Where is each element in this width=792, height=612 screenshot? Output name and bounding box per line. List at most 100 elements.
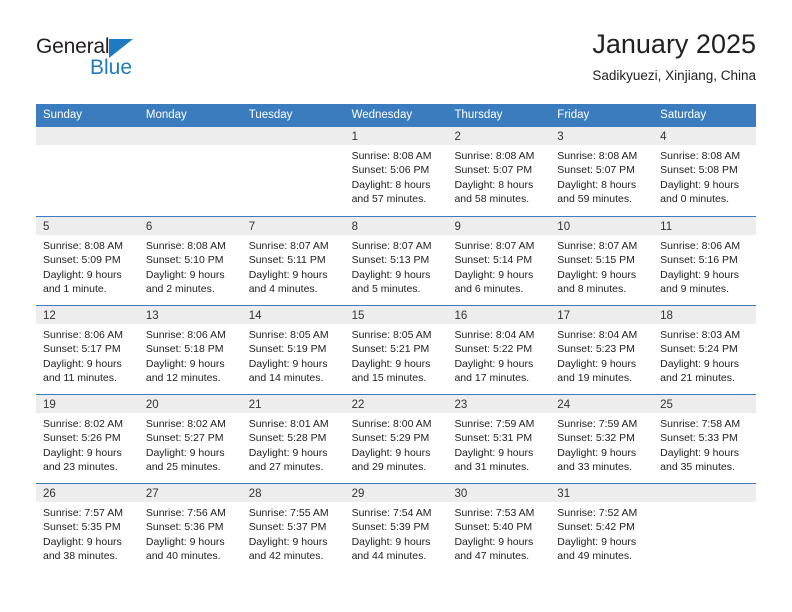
day-details: Sunrise: 8:06 AM Sunset: 5:17 PM Daylight:… — [36, 324, 139, 386]
day-cell[interactable]: 23 Sunrise: 7:59 AM Sunset: 5:31 PM Dayligh… — [447, 395, 551, 483]
day-cell[interactable]: 31 Sunrise: 7:52 AM Sunset: 5:42 PM Dayligh… — [550, 484, 654, 572]
day-cell[interactable]: 21 Sunrise: 8:01 AM Sunset: 5:28 PM Dayligh… — [241, 395, 345, 483]
day-number-band: 14 — [241, 306, 345, 324]
daylight-text: Daylight: 9 hours — [557, 446, 637, 459]
day-number: 2 — [454, 131, 461, 143]
day-cell[interactable]: 28 Sunrise: 7:55 AM Sunset: 5:37 PM Dayligh… — [241, 484, 345, 572]
day-number: 30 — [454, 488, 468, 500]
day-cell[interactable]: 29 Sunrise: 7:54 AM Sunset: 5:39 PM Dayligh… — [344, 484, 448, 572]
day-number-band: 20 — [138, 395, 242, 413]
day-cell[interactable]: 11 Sunrise: 8:06 AM Sunset: 5:16 PM Dayligh… — [653, 217, 757, 305]
daylight-text: Daylight: 9 hours — [43, 268, 122, 281]
daylight-text: and 25 minutes. — [145, 461, 221, 474]
day-details: Sunrise: 7:57 AM Sunset: 5:35 PM Daylight:… — [36, 502, 139, 564]
sunrise-text: Sunrise: 8:07 AM — [351, 240, 432, 252]
day-details: Sunrise: 7:58 AM Sunset: 5:33 PM Daylight:… — [653, 413, 756, 475]
day-number-band: 27 — [138, 484, 242, 502]
day-cell[interactable]: 5 Sunrise: 8:08 AM Sunset: 5:09 PM Daylight… — [36, 217, 139, 305]
day-cell[interactable]: 1 Sunrise: 8:08 AM Sunset: 5:06 PM Daylight… — [344, 127, 448, 216]
day-number-band: 31 — [550, 484, 654, 502]
sunrise-text: Sunrise: 8:00 AM — [351, 418, 432, 430]
day-number-band: 21 — [241, 395, 345, 413]
sunrise-text: Sunrise: 7:56 AM — [145, 507, 226, 519]
day-cell[interactable]: 2 Sunrise: 8:08 AM Sunset: 5:07 PM Daylight… — [447, 127, 551, 216]
page-header: General Blue January 2025 Sadikyuezi, Xi… — [36, 28, 756, 100]
day-cell[interactable]: 17 Sunrise: 8:04 AM Sunset: 5:23 PM Dayligh… — [550, 306, 654, 394]
day-cell[interactable]: 20 Sunrise: 8:02 AM Sunset: 5:27 PM Dayligh… — [138, 395, 242, 483]
weekday-header-friday: Friday — [557, 109, 590, 121]
sunrise-text: Sunrise: 7:59 AM — [454, 418, 535, 430]
sunrise-text: Sunrise: 7:55 AM — [248, 507, 329, 519]
daylight-text: Daylight: 9 hours — [557, 535, 637, 548]
day-number-band: 15 — [344, 306, 448, 324]
day-cell[interactable]: 26 Sunrise: 7:57 AM Sunset: 5:35 PM Dayligh… — [36, 484, 139, 572]
sunset-text: Sunset: 5:18 PM — [145, 343, 224, 356]
sunset-text: Sunset: 5:14 PM — [454, 254, 533, 267]
daylight-text: and 23 minutes. — [43, 461, 118, 474]
day-details: Sunrise: 8:02 AM Sunset: 5:27 PM Daylight:… — [139, 413, 242, 475]
day-details: Sunrise: 8:07 AM Sunset: 5:13 PM Daylight:… — [345, 235, 448, 297]
day-number: 9 — [454, 221, 461, 233]
day-cell[interactable]: 10 Sunrise: 8:07 AM Sunset: 5:15 PM Dayligh… — [550, 217, 654, 305]
daylight-text: and 6 minutes. — [454, 283, 524, 296]
sunset-text: Sunset: 5:07 PM — [454, 164, 533, 177]
day-number: 27 — [145, 488, 159, 500]
day-number-band: 18 — [653, 306, 757, 324]
sunset-text: Sunset: 5:28 PM — [248, 432, 327, 445]
day-cell[interactable]: 3 Sunrise: 8:08 AM Sunset: 5:07 PM Daylight… — [550, 127, 654, 216]
weekday-header-thursday: Thursday — [454, 109, 503, 121]
day-cell[interactable]: 7 Sunrise: 8:07 AM Sunset: 5:11 PM Daylight… — [241, 217, 345, 305]
daylight-text: and 58 minutes. — [454, 193, 530, 206]
day-details: Sunrise: 8:06 AM Sunset: 5:18 PM Daylight:… — [139, 324, 242, 386]
weekday-header-sunday: Sunday — [43, 109, 83, 121]
day-number-band: 13 — [138, 306, 242, 324]
sunset-text: Sunset: 5:24 PM — [660, 343, 738, 356]
daylight-text: and 14 minutes. — [248, 372, 324, 385]
sunset-text: Sunset: 5:27 PM — [145, 432, 224, 445]
sunrise-text: Sunrise: 8:06 AM — [660, 240, 741, 252]
daylight-text: Daylight: 9 hours — [248, 357, 328, 370]
sunrise-text: Sunrise: 8:01 AM — [248, 418, 329, 430]
day-number-band: 23 — [447, 395, 551, 413]
day-cell[interactable]: 9 Sunrise: 8:07 AM Sunset: 5:14 PM Daylight… — [447, 217, 551, 305]
day-cell-empty — [36, 127, 139, 216]
generalblue-logo: General Blue — [36, 36, 236, 88]
day-cell[interactable]: 22 Sunrise: 8:00 AM Sunset: 5:29 PM Dayligh… — [344, 395, 448, 483]
day-cell[interactable]: 12 Sunrise: 8:06 AM Sunset: 5:17 PM Dayligh… — [36, 306, 139, 394]
day-cell[interactable]: 27 Sunrise: 7:56 AM Sunset: 5:36 PM Dayligh… — [138, 484, 242, 572]
day-details: Sunrise: 8:08 AM Sunset: 5:09 PM Daylight:… — [36, 235, 139, 297]
day-cell[interactable]: 19 Sunrise: 8:02 AM Sunset: 5:26 PM Dayligh… — [36, 395, 139, 483]
day-cell[interactable]: 8 Sunrise: 8:07 AM Sunset: 5:13 PM Daylight… — [344, 217, 448, 305]
day-cell[interactable]: 30 Sunrise: 7:53 AM Sunset: 5:40 PM Dayligh… — [447, 484, 551, 572]
sunrise-text: Sunrise: 8:05 AM — [248, 329, 329, 341]
daylight-text: Daylight: 9 hours — [351, 357, 431, 370]
day-cell[interactable]: 13 Sunrise: 8:06 AM Sunset: 5:18 PM Dayligh… — [138, 306, 242, 394]
day-cell[interactable]: 15 Sunrise: 8:05 AM Sunset: 5:21 PM Dayligh… — [344, 306, 448, 394]
day-cell[interactable]: 18 Sunrise: 8:03 AM Sunset: 5:24 PM Dayligh… — [653, 306, 757, 394]
day-number-band — [36, 127, 139, 145]
daylight-text: and 42 minutes. — [248, 550, 324, 563]
day-cell[interactable]: 25 Sunrise: 7:58 AM Sunset: 5:33 PM Dayligh… — [653, 395, 757, 483]
day-cell[interactable]: 16 Sunrise: 8:04 AM Sunset: 5:22 PM Dayligh… — [447, 306, 551, 394]
sunset-text: Sunset: 5:13 PM — [351, 254, 430, 267]
daylight-text: and 11 minutes. — [43, 372, 117, 385]
logo-word-blue: Blue — [90, 56, 133, 79]
sunrise-text: Sunrise: 8:08 AM — [660, 150, 741, 162]
sunset-text: Sunset: 5:39 PM — [351, 521, 430, 534]
day-cell[interactable]: 4 Sunrise: 8:08 AM Sunset: 5:08 PM Daylight… — [653, 127, 757, 216]
daylight-text: and 5 minutes. — [351, 283, 421, 296]
sunrise-text: Sunrise: 8:08 AM — [454, 150, 535, 162]
day-number-band: 16 — [447, 306, 551, 324]
day-cell[interactable]: 6 Sunrise: 8:08 AM Sunset: 5:10 PM Daylight… — [138, 217, 242, 305]
sunset-text: Sunset: 5:07 PM — [557, 164, 635, 177]
day-number: 1 — [351, 131, 358, 143]
day-number: 15 — [351, 310, 365, 322]
day-number: 5 — [43, 221, 50, 233]
logo-word-general: General — [36, 35, 110, 58]
day-cell[interactable]: 14 Sunrise: 8:05 AM Sunset: 5:19 PM Dayligh… — [241, 306, 345, 394]
day-details: Sunrise: 8:07 AM Sunset: 5:14 PM Daylight:… — [447, 235, 550, 297]
daylight-text: and 15 minutes. — [351, 372, 427, 385]
daylight-text: Daylight: 9 hours — [248, 446, 328, 459]
weekday-header-tuesday: Tuesday — [248, 109, 293, 121]
day-cell[interactable]: 24 Sunrise: 7:59 AM Sunset: 5:32 PM Dayligh… — [550, 395, 654, 483]
